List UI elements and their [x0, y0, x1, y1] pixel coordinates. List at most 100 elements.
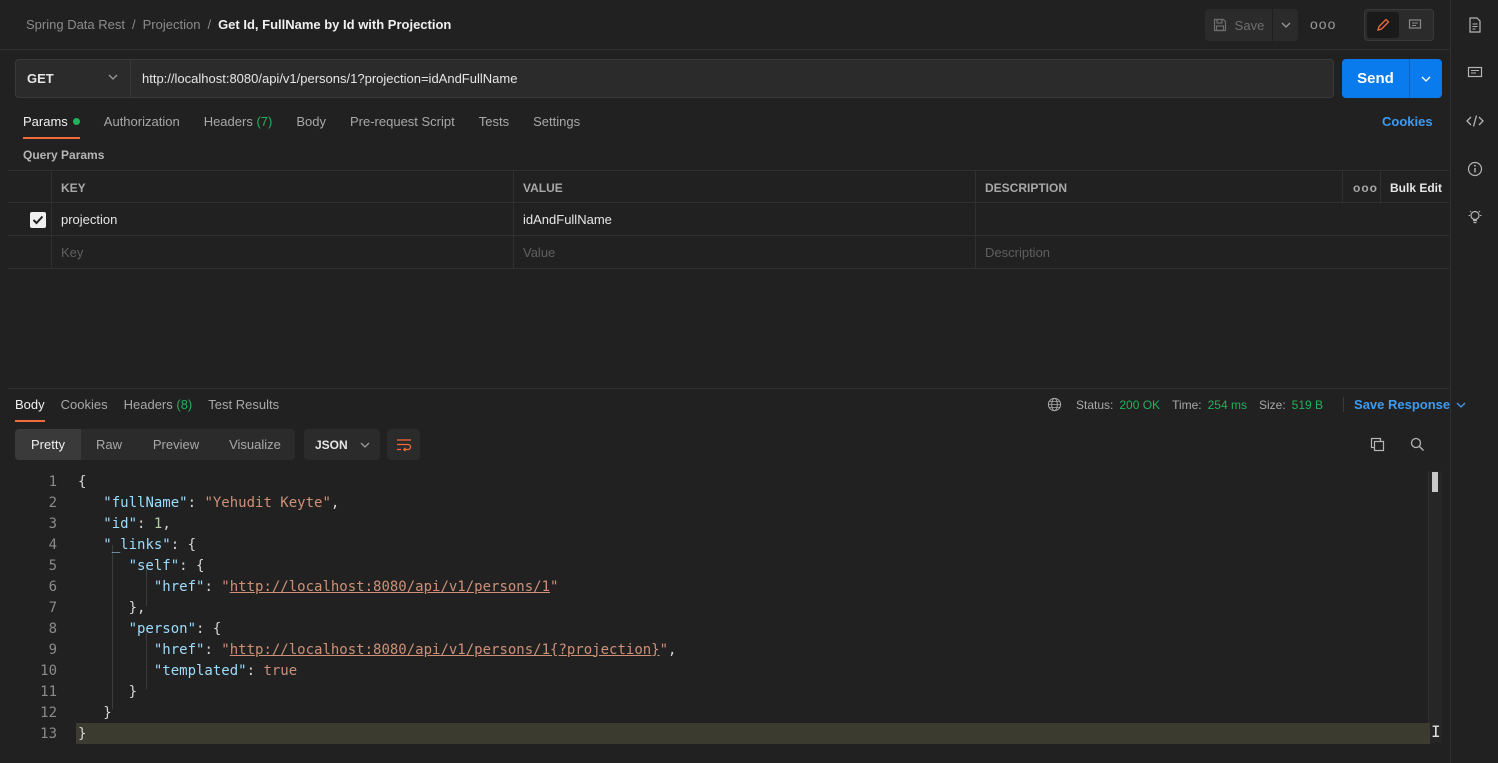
- code-line: 12 }: [0, 702, 1430, 723]
- view-pretty[interactable]: Pretty: [15, 429, 81, 460]
- checkbox[interactable]: [30, 211, 46, 228]
- json-boolean: true: [263, 662, 298, 679]
- pencil-icon: [1377, 18, 1390, 31]
- param-value-cell[interactable]: idAndFullName: [513, 203, 975, 236]
- tab-settings[interactable]: Settings: [533, 114, 580, 138]
- line-number: 8: [48, 620, 57, 637]
- lightbulb-icon[interactable]: [1466, 208, 1484, 226]
- breadcrumb-folder[interactable]: Projection: [143, 17, 201, 32]
- view-visualize[interactable]: Visualize: [215, 429, 295, 460]
- json-number: 1: [153, 515, 163, 532]
- value-column-header: VALUE: [513, 171, 975, 204]
- url-input[interactable]: http://localhost:8080/api/v1/persons/1?p…: [131, 59, 1334, 98]
- code-text: },: [128, 599, 146, 616]
- json-brace: }: [128, 599, 138, 616]
- response-tab-test-results[interactable]: Test Results: [208, 397, 279, 421]
- send-button[interactable]: Send: [1342, 59, 1410, 98]
- code-text: }: [78, 726, 86, 742]
- tab-params[interactable]: Params: [23, 114, 80, 139]
- format-select[interactable]: JSON: [304, 429, 380, 460]
- save-options-button[interactable]: [1273, 9, 1298, 41]
- code-line: 9 "href": "http://localhost:8080/api/v1/…: [0, 639, 1430, 660]
- search-icon[interactable]: [1410, 437, 1425, 455]
- pane-divider[interactable]: [8, 388, 1449, 389]
- json-brace: }: [128, 683, 138, 700]
- code-line: 10 "templated": true: [0, 660, 1430, 681]
- comment-mode-button[interactable]: [1399, 12, 1431, 38]
- code-text: "_links": {: [103, 536, 197, 553]
- method-value: GET: [27, 71, 54, 86]
- line-number: 13: [40, 725, 57, 742]
- column-options-button[interactable]: ooo: [1342, 171, 1380, 204]
- format-value: JSON: [315, 437, 348, 452]
- tab-params-label: Params: [23, 114, 68, 129]
- code-line-current: 13 }: [40, 723, 1430, 744]
- document-icon[interactable]: [1466, 16, 1484, 34]
- description-input[interactable]: Description: [975, 236, 1449, 269]
- breadcrumb-separator: /: [207, 17, 212, 32]
- value-input[interactable]: Value: [513, 236, 975, 269]
- wrap-lines-button[interactable]: [387, 429, 420, 460]
- edit-mode-button[interactable]: [1367, 12, 1399, 38]
- tab-prerequest-script[interactable]: Pre-request Script: [350, 114, 455, 138]
- time-value[interactable]: 254 ms: [1208, 398, 1247, 412]
- method-select[interactable]: GET: [15, 59, 131, 98]
- comment-icon[interactable]: [1466, 64, 1484, 82]
- save-response-button[interactable]: Save Response: [1343, 397, 1466, 412]
- size-value[interactable]: 519 B: [1292, 398, 1323, 412]
- code-line: 5 "self": {: [0, 555, 1430, 576]
- line-number: 5: [48, 557, 57, 574]
- send-options-button[interactable]: [1410, 59, 1442, 98]
- line-number: 11: [40, 683, 57, 700]
- status-value[interactable]: 200 OK: [1119, 398, 1160, 412]
- status-label: Status:: [1076, 397, 1114, 412]
- copy-icon[interactable]: [1370, 437, 1385, 455]
- key-input[interactable]: Key: [51, 236, 513, 269]
- bulk-edit-button[interactable]: Bulk Edit: [1380, 171, 1449, 204]
- code-line: 6 "href": "http://localhost:8080/api/v1/…: [0, 576, 1430, 597]
- view-preview[interactable]: Preview: [137, 429, 215, 460]
- cookies-link[interactable]: Cookies: [1382, 114, 1433, 129]
- comment-icon: [1408, 19, 1422, 29]
- response-tabs: Body Cookies Headers (8) Test Results: [15, 397, 295, 422]
- globe-icon[interactable]: [1047, 397, 1062, 412]
- tab-tests[interactable]: Tests: [479, 114, 509, 138]
- code-text: "fullName": "Yehudit Keyte",: [103, 494, 340, 511]
- tab-body[interactable]: Body: [296, 114, 326, 138]
- json-link[interactable]: http://localhost:8080/api/v1/persons/1: [230, 579, 550, 595]
- code-line: 7 },: [0, 597, 1430, 618]
- code-text: }: [78, 705, 111, 721]
- chevron-down-icon: [360, 442, 370, 448]
- info-icon[interactable]: [1466, 160, 1484, 178]
- view-raw[interactable]: Raw: [81, 429, 137, 460]
- param-key-cell[interactable]: projection: [51, 203, 513, 236]
- time-label: Time:: [1172, 397, 1202, 412]
- code-text: {: [78, 474, 86, 490]
- response-tab-body[interactable]: Body: [15, 397, 45, 422]
- code-icon[interactable]: [1466, 112, 1484, 130]
- wrap-icon: [396, 438, 411, 452]
- request-title[interactable]: Get Id, FullName by Id with Projection: [218, 17, 451, 32]
- response-tab-cookies[interactable]: Cookies: [61, 397, 108, 421]
- tab-headers[interactable]: Headers (7): [204, 114, 273, 138]
- param-enabled-checkbox[interactable]: [8, 203, 51, 236]
- response-body-editor[interactable]: 1 { 2 "fullName": "Yehudit Keyte", 3 "id…: [0, 471, 1450, 763]
- key-column-header: KEY: [51, 171, 513, 204]
- table-row-empty: Key Value Description: [8, 236, 1449, 269]
- tab-authorization[interactable]: Authorization: [104, 114, 180, 138]
- breadcrumb: Spring Data Rest / Projection / Get Id, …: [26, 17, 451, 32]
- response-tab-headers[interactable]: Headers (8): [124, 397, 193, 421]
- save-button[interactable]: Save: [1205, 9, 1273, 41]
- json-brace: {: [78, 473, 87, 490]
- json-link[interactable]: http://localhost:8080/api/v1/persons/1{?…: [230, 642, 660, 658]
- param-description-cell[interactable]: [975, 203, 1449, 236]
- breadcrumb-collection[interactable]: Spring Data Rest: [26, 17, 125, 32]
- code-text: }: [78, 684, 137, 700]
- send-button-group: Send: [1342, 59, 1442, 98]
- json-key: "self": [128, 557, 180, 574]
- json-string: "Yehudit Keyte": [204, 494, 331, 511]
- text-cursor-icon: I: [1431, 722, 1441, 741]
- more-options-button[interactable]: ooo: [1310, 16, 1336, 32]
- active-indicator: [72, 118, 80, 125]
- right-sidebar: [1450, 0, 1498, 763]
